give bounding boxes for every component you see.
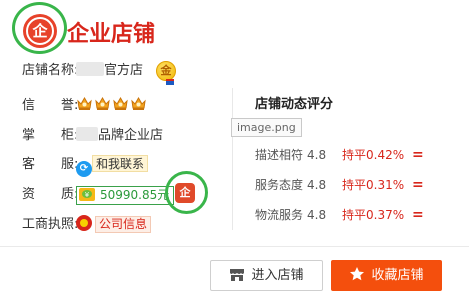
rating-score: 4.8 <box>307 208 327 222</box>
chat-service-icon[interactable]: ⟳ <box>76 161 92 177</box>
favorite-shop-label: 收藏店铺 <box>371 268 424 283</box>
reputation-crowns[interactable] <box>76 95 148 120</box>
page-title: 企业店铺 <box>67 22 156 47</box>
star-icon <box>349 263 365 281</box>
svg-text:¥: ¥ <box>85 191 90 199</box>
crown-icon <box>76 95 93 112</box>
deposit-badge[interactable]: ¥50990.85元 <box>76 186 175 205</box>
coin-stack-icon: ¥ <box>79 188 95 201</box>
rating-row-logistics: 物流服务 4.8 持平0.37% = <box>255 206 424 224</box>
license-row: 工商执照: 公司信息 <box>22 214 152 236</box>
license-label: 工商执照: <box>22 217 79 232</box>
service-label: 客 服: <box>22 157 79 172</box>
contact-me-link[interactable]: 和我联系 <box>92 155 149 172</box>
rating-title: 店铺动态评分 <box>255 97 334 112</box>
rating-score: 4.8 <box>307 148 327 162</box>
rating-score: 4.8 <box>307 178 327 192</box>
shop-name-value[interactable]: 官方店 <box>104 63 143 78</box>
rating-compare: 持平0.37% <box>342 208 405 222</box>
qualification-label: 资 质: <box>22 187 79 202</box>
rating-compare: 持平0.31% <box>342 178 405 192</box>
reputation-label: 信 誉: <box>22 98 79 113</box>
shop-header: 企 企业店铺 <box>0 0 469 56</box>
highlight-circle <box>165 171 208 214</box>
rating-name: 描述相符 <box>255 148 304 162</box>
owner-label: 掌 柜: <box>22 128 79 143</box>
enter-shop-button[interactable]: 进入店铺 <box>210 260 323 291</box>
national-emblem-icon <box>76 215 92 231</box>
badge-ribbon-icon <box>166 79 174 85</box>
footer-divider <box>0 246 469 247</box>
favorite-shop-button[interactable]: 收藏店铺 <box>331 260 442 291</box>
rating-equal-sign: = <box>412 147 424 163</box>
crown-icon <box>130 95 147 112</box>
rating-name: 服务态度 <box>255 178 304 192</box>
rating-name: 物流服务 <box>255 208 304 222</box>
highlight-circle <box>12 2 67 54</box>
rating-compare: 持平0.42% <box>342 148 405 162</box>
company-info-link[interactable]: 公司信息 <box>95 216 152 233</box>
shop-name-row: 店铺名称: 官方店 <box>22 60 143 82</box>
redacted-text <box>76 62 104 76</box>
rating-equal-sign: = <box>412 207 424 223</box>
shop-name-label: 店铺名称: <box>22 63 79 78</box>
image-tooltip: image.png <box>231 118 302 137</box>
crown-icon <box>94 95 111 112</box>
reputation-row: 信 誉: <box>22 95 148 117</box>
section-divider <box>232 88 233 230</box>
owner-row: 掌 柜: 品牌企业店 <box>22 125 163 147</box>
redacted-text <box>76 127 98 141</box>
customer-service-row: 客 服:⟳ 和我联系 <box>22 154 149 177</box>
owner-value: 品牌企业店 <box>98 128 164 143</box>
gold-seller-icon[interactable]: 金 <box>156 61 176 81</box>
crown-icon <box>112 95 129 112</box>
enter-shop-label: 进入店铺 <box>251 268 304 283</box>
storefront-icon <box>229 263 245 281</box>
deposit-amount: 50990.85元 <box>100 188 170 202</box>
rating-row-description: 描述相符 4.8 持平0.42% = <box>255 146 424 164</box>
qualification-row: 资 质: ¥50990.85元 <box>22 184 175 206</box>
rating-row-service: 服务态度 4.8 持平0.31% = <box>255 176 424 194</box>
rating-equal-sign: = <box>412 177 424 193</box>
